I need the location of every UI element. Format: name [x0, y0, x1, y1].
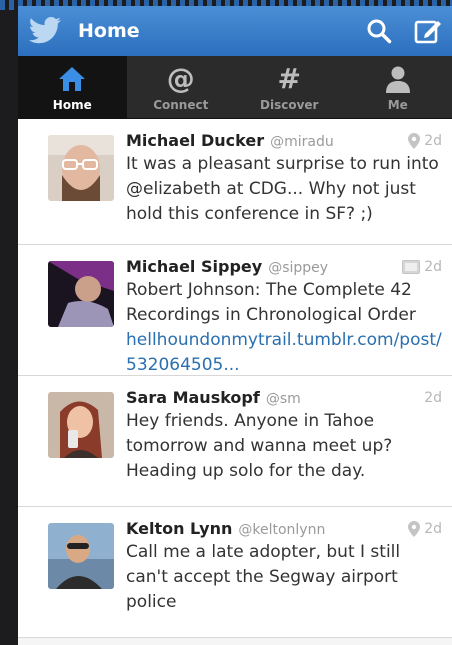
at-icon: @	[166, 62, 195, 95]
user-icon	[385, 66, 410, 93]
tweet-link[interactable]: hellhoundonmytrail.tumblr.com/post/53206…	[126, 328, 446, 378]
tweet-meta: 2d	[424, 390, 442, 406]
tweet-time: 2d	[424, 259, 442, 275]
tweet-text-body: Robert Johnson: The Complete 42 Recordin…	[126, 280, 416, 325]
tweet-handle: @sm	[265, 391, 301, 407]
tweet-handle: @sippey	[268, 260, 329, 276]
tweet-meta: 2d	[408, 521, 442, 537]
image-icon	[402, 260, 421, 274]
avatar[interactable]	[48, 261, 114, 327]
tab-home[interactable]: Home	[18, 56, 127, 118]
tweet-text: Hey friends. Anyone in Tahoe tomorrow an…	[126, 411, 393, 481]
tweet-item[interactable]: Kelton Lynn @keltonlynn Call me a late a…	[18, 507, 452, 638]
tweet-author: Michael Sippey	[126, 257, 263, 276]
location-pin-icon	[408, 521, 421, 537]
tab-me[interactable]: Me	[344, 56, 452, 118]
tweet-meta: 2d	[408, 133, 442, 149]
tab-bar: Home @ Connect # Discover Me	[18, 56, 452, 119]
app-screen: Home Home @ Connect # Discover Me Michae…	[18, 6, 452, 645]
action-bar: Home	[18, 6, 452, 56]
tab-discover[interactable]: # Discover	[235, 56, 344, 118]
tweet-author: Michael Ducker	[126, 131, 265, 150]
tweet-time: 2d	[424, 521, 442, 537]
hash-icon: #	[277, 62, 301, 95]
location-pin-icon	[408, 133, 421, 149]
avatar[interactable]	[48, 523, 114, 589]
avatar[interactable]	[48, 392, 114, 458]
compose-icon[interactable]	[414, 17, 442, 45]
tweet-time: 2d	[424, 390, 442, 406]
search-icon[interactable]	[366, 18, 392, 44]
tweet-author: Sara Mauskopf	[126, 388, 260, 407]
tab-label: Me	[387, 98, 408, 112]
tweet-handle: @miradu	[270, 134, 334, 150]
home-icon	[59, 67, 86, 91]
tab-label: Connect	[153, 98, 209, 112]
twitter-bird-icon[interactable]	[28, 16, 62, 46]
tweet-author: Kelton Lynn	[126, 519, 233, 538]
tab-connect[interactable]: @ Connect	[127, 56, 236, 118]
tab-label: Home	[52, 98, 92, 112]
tweet-text: Robert Johnson: The Complete 42 Recordin…	[126, 278, 446, 378]
tweet-item[interactable]: Sara Mauskopf @sm Hey friends. Anyone in…	[18, 376, 452, 507]
page-title: Home	[78, 20, 140, 42]
tweet-handle: @keltonlynn	[238, 522, 326, 538]
tab-label: Discover	[260, 98, 319, 112]
tweet-text: It was a pleasant surprise to run into @…	[126, 154, 439, 224]
avatar[interactable]	[48, 135, 114, 201]
tweet-meta: 2d	[402, 259, 442, 275]
tweet-item[interactable]: Michael Sippey @sippey Robert Johnson: T…	[18, 245, 452, 376]
timeline: Michael Ducker @miradu It was a pleasant…	[18, 119, 452, 638]
tweet-text: Call me a late adopter, but I still can'…	[126, 542, 401, 612]
tweet-time: 2d	[424, 133, 442, 149]
tweet-item[interactable]: Michael Ducker @miradu It was a pleasant…	[18, 119, 452, 245]
